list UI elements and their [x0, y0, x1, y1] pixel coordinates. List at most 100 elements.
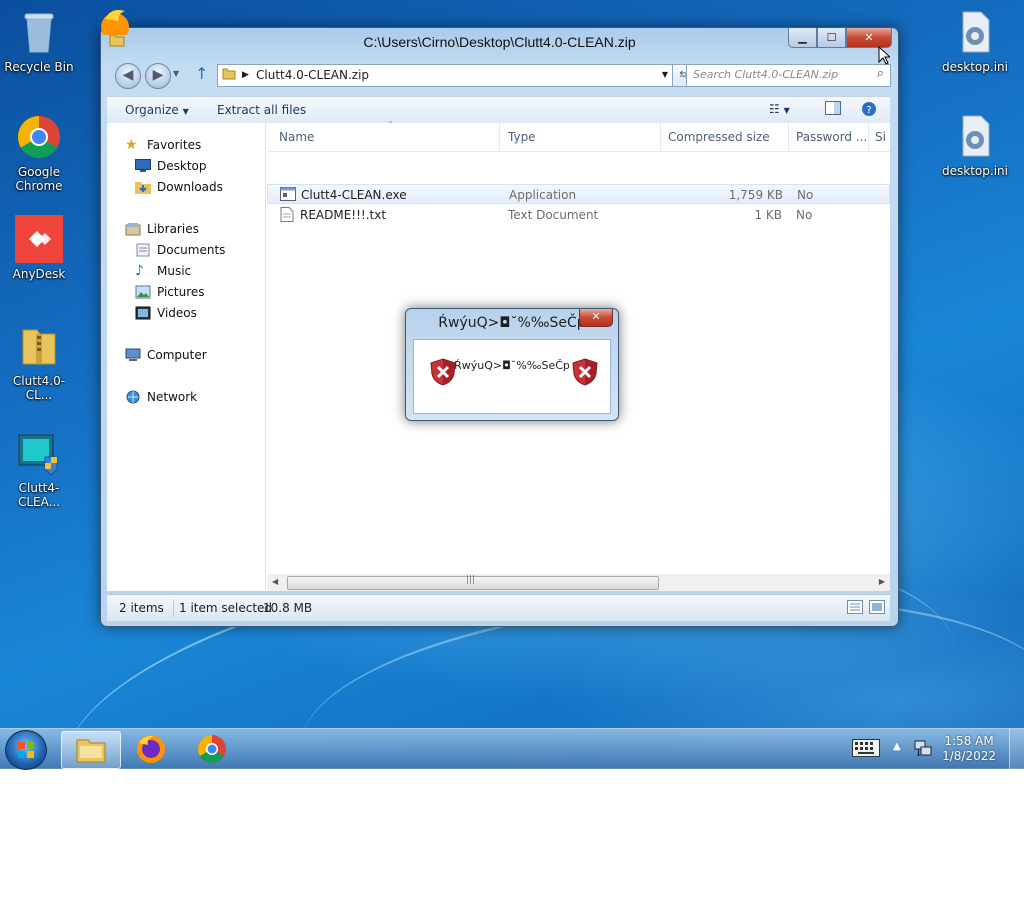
- nav-label: Music: [157, 264, 192, 278]
- maximize-button[interactable]: ☐: [817, 28, 846, 48]
- view-options-icon[interactable]: ☷ ▼: [769, 102, 790, 116]
- nav-computer[interactable]: Computer: [125, 346, 207, 364]
- taskbar-chrome[interactable]: [183, 731, 241, 767]
- desktop-icon-recycle-bin[interactable]: Recycle Bin: [1, 8, 77, 74]
- nav-favorites[interactable]: ★ Favorites: [125, 136, 201, 154]
- nav-label: Videos: [157, 306, 197, 320]
- desktop-icon-anydesk[interactable]: AnyDesk: [1, 215, 77, 281]
- nav-label: Pictures: [157, 285, 205, 299]
- nav-videos[interactable]: Videos: [135, 304, 197, 322]
- file-compressed-size: 1,759 KB: [728, 188, 783, 202]
- breadcrumb-arrow-icon[interactable]: ▶: [242, 70, 249, 80]
- desktop-icon-label: Recycle Bin: [4, 60, 74, 74]
- up-arrow-icon[interactable]: ↑: [195, 64, 208, 83]
- navigation-pane: ★ Favorites Desktop Downloads Libraries D…: [107, 123, 266, 591]
- ini-file-icon: [951, 8, 999, 56]
- column-password[interactable]: Password ...: [796, 130, 867, 144]
- minimize-button[interactable]: ▁: [788, 28, 817, 48]
- column-separator[interactable]: [788, 123, 789, 151]
- nav-pictures[interactable]: Pictures: [135, 283, 205, 301]
- desktop-icon-label: desktop.ini: [942, 164, 1008, 178]
- organize-menu[interactable]: Organize ▼: [125, 103, 189, 117]
- desktop-icon-label: desktop.ini: [942, 60, 1008, 74]
- extract-all-button[interactable]: Extract all files: [217, 103, 306, 117]
- horizontal-scrollbar[interactable]: ◀ ||| ▶: [267, 574, 890, 591]
- column-compressed-size[interactable]: Compressed size: [668, 130, 770, 144]
- column-size[interactable]: Si: [875, 130, 886, 144]
- column-name[interactable]: Name: [279, 130, 314, 144]
- nav-network[interactable]: Network: [125, 388, 197, 406]
- nav-label: Computer: [147, 348, 207, 362]
- nav-music[interactable]: ♪ Music: [135, 262, 191, 280]
- forward-button[interactable]: ▶: [145, 63, 171, 89]
- file-row[interactable]: Clutt4-CLEAN.exe Application 1,759 KB No: [267, 184, 890, 204]
- back-button[interactable]: ◀: [115, 63, 141, 89]
- close-button[interactable]: ✕: [846, 28, 892, 48]
- dialog-close-button[interactable]: ✕: [579, 309, 613, 327]
- status-item-count: 2 items: [119, 601, 164, 615]
- clock-date: 1/8/2022: [942, 749, 996, 763]
- scrollbar-thumb[interactable]: |||: [287, 575, 659, 590]
- search-input[interactable]: Search Clutt4.0-CLEAN.zip ⌕: [686, 64, 891, 87]
- recycle-bin-icon: [15, 8, 63, 56]
- search-icon[interactable]: ⌕: [877, 66, 884, 81]
- recent-pages-chevron-icon[interactable]: ▼: [173, 69, 179, 78]
- chevron-down-icon: ▼: [182, 107, 189, 116]
- nav-label: Libraries: [147, 222, 199, 236]
- organize-label: Organize: [125, 103, 179, 117]
- large-icons-view-icon[interactable]: [869, 600, 885, 617]
- firefox-icon: [137, 735, 165, 763]
- nav-label: Network: [147, 390, 198, 404]
- desktop-icon-installer[interactable]: Clutt4-CLEA...: [1, 429, 77, 509]
- help-icon[interactable]: ?: [861, 101, 877, 120]
- nav-downloads[interactable]: Downloads: [135, 178, 223, 196]
- show-hidden-icons-chevron-icon[interactable]: ▲: [893, 741, 901, 752]
- desktop-icon-label: AnyDesk: [12, 267, 66, 281]
- column-separator[interactable]: [868, 123, 869, 151]
- nav-libraries[interactable]: Libraries: [125, 220, 199, 238]
- scroll-left-icon[interactable]: ◀: [272, 577, 278, 586]
- taskbar-explorer[interactable]: [61, 731, 121, 769]
- music-icon: ♪: [135, 263, 144, 279]
- network-status-icon[interactable]: [914, 738, 932, 761]
- column-separator[interactable]: [660, 123, 661, 151]
- desktop-icon-ini[interactable]: desktop.ini: [937, 8, 1013, 74]
- desktop-icon-chrome[interactable]: Google Chrome: [1, 113, 77, 193]
- show-desktop-button[interactable]: [1009, 729, 1024, 769]
- desktop-icon-zip[interactable]: Clutt4.0-CL...: [1, 322, 77, 402]
- nav-label: Desktop: [157, 159, 207, 173]
- nav-documents[interactable]: Documents: [135, 241, 225, 259]
- keyboard-icon[interactable]: [852, 739, 880, 760]
- nav-desktop[interactable]: Desktop: [135, 157, 207, 175]
- firefox-icon: [95, 5, 135, 41]
- file-type: Text Document: [508, 208, 599, 222]
- column-type[interactable]: Type: [508, 130, 536, 144]
- nav-label: Documents: [157, 243, 226, 257]
- file-name: README!!!.txt: [300, 208, 387, 222]
- chrome-icon: [198, 735, 226, 763]
- system-clock[interactable]: 1:58 AM 1/8/2022: [942, 734, 996, 764]
- file-row[interactable]: README!!!.txt Text Document 1 KB No: [267, 205, 890, 225]
- start-button[interactable]: [5, 730, 47, 770]
- address-dropdown-icon[interactable]: ▼: [662, 70, 668, 79]
- taskbar-firefox[interactable]: [122, 731, 180, 767]
- details-view-icon[interactable]: [847, 600, 863, 617]
- desktop-icon: [135, 159, 151, 173]
- desktop-icon-label: Clutt4.0-CL...: [12, 374, 66, 402]
- downloads-icon: [135, 180, 151, 194]
- ini-file-icon: [951, 112, 999, 160]
- desktop-icon-ini[interactable]: desktop.ini: [937, 112, 1013, 178]
- nav-label: Downloads: [157, 180, 223, 194]
- anydesk-icon: [15, 215, 63, 263]
- scroll-right-icon[interactable]: ▶: [879, 577, 885, 586]
- error-dialog: ŔwýuQ>◘˘%‰SeČp ✕ ŔwýuQ>◘˘%‰SeČp: [405, 308, 619, 421]
- dialog-body: ŔwýuQ>◘˘%‰SeČp: [413, 339, 611, 414]
- column-separator[interactable]: [499, 123, 500, 151]
- file-type: Application: [509, 188, 577, 202]
- preview-pane-icon[interactable]: [825, 101, 841, 118]
- error-shield-icon: [572, 358, 598, 386]
- videos-icon: [135, 306, 151, 320]
- zip-folder-icon: [15, 322, 63, 370]
- address-bar[interactable]: ▶ Clutt4.0-CLEAN.zip ▼: [217, 64, 673, 87]
- desktop-icon-label: Clutt4-CLEA...: [17, 481, 61, 509]
